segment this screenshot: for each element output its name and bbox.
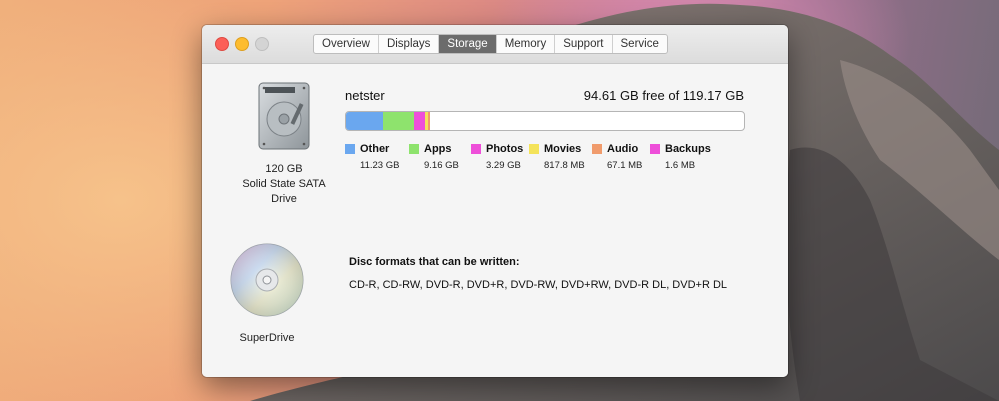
usage-segment-apps — [383, 112, 414, 130]
tab-overview[interactable]: Overview — [314, 35, 379, 53]
legend-size: 3.29 GB — [486, 160, 521, 171]
tab-support[interactable]: Support — [555, 35, 613, 53]
legend-item-audio: Audio 67.1 MB — [592, 142, 650, 171]
free-space-summary: 94.61 GB free of 119.17 GB — [583, 88, 744, 103]
volume-name: netster — [345, 88, 385, 103]
other-swatch — [345, 144, 355, 154]
legend-size: 817.8 MB — [544, 160, 585, 171]
apps-swatch — [409, 144, 419, 154]
tab-memory[interactable]: Memory — [497, 35, 556, 53]
superdrive-section: SuperDrive — [217, 242, 317, 346]
legend-size: 9.16 GB — [424, 160, 459, 171]
drive-capacity: 120 GB — [265, 163, 303, 175]
usage-segment-other — [346, 112, 383, 130]
legend-item-backups: Backups 1.6 MB — [650, 142, 720, 171]
tab-storage[interactable]: Storage — [439, 35, 497, 53]
disc-formats-title: Disc formats that can be written: — [349, 256, 520, 268]
legend-item-other: Other 11.23 GB — [345, 142, 409, 171]
hard-drive-icon — [258, 82, 310, 150]
legend-label: Audio — [607, 143, 639, 155]
system-information-window: Overview Displays Storage Memory Support… — [202, 25, 788, 377]
legend-label: Other — [360, 143, 390, 155]
legend-label: Backups — [665, 143, 711, 155]
tab-displays[interactable]: Displays — [379, 35, 440, 53]
storage-legend: Other 11.23 GB Apps 9.16 GB Photos 3.29 … — [345, 142, 720, 171]
legend-item-photos: Photos 3.29 GB — [471, 142, 529, 171]
legend-item-apps: Apps 9.16 GB — [409, 142, 471, 171]
legend-size: 11.23 GB — [360, 160, 400, 171]
tab-bar: Overview Displays Storage Memory Support… — [313, 34, 668, 54]
title-bar: Overview Displays Storage Memory Support… — [202, 25, 788, 64]
movies-swatch — [529, 144, 539, 154]
tab-service[interactable]: Service — [613, 35, 667, 53]
zoom-window-button[interactable] — [255, 37, 269, 51]
legend-item-movies: Movies 817.8 MB — [529, 142, 592, 171]
legend-label: Movies — [544, 143, 582, 155]
usage-segment-photos — [414, 112, 425, 130]
storage-usage-bar — [345, 111, 745, 131]
storage-pane: 120 GB Solid State SATA Drive netster 94… — [202, 64, 788, 377]
optical-disc-icon — [230, 243, 304, 317]
minimize-window-button[interactable] — [235, 37, 249, 51]
superdrive-label: SuperDrive — [239, 332, 295, 344]
backups-swatch — [650, 144, 660, 154]
photos-swatch — [471, 144, 481, 154]
legend-label: Photos — [486, 143, 524, 155]
audio-swatch — [592, 144, 602, 154]
close-window-button[interactable] — [215, 37, 229, 51]
drive-section: 120 GB Solid State SATA Drive — [234, 81, 334, 207]
disc-formats-list: CD-R, CD-RW, DVD-R, DVD+R, DVD-RW, DVD+R… — [349, 279, 728, 291]
legend-label: Apps — [424, 143, 452, 155]
usage-segment-audio — [428, 112, 430, 130]
drive-type-line2: Drive — [271, 193, 297, 205]
drive-type-line1: Solid State SATA — [242, 178, 326, 190]
legend-size: 67.1 MB — [607, 160, 643, 171]
legend-size: 1.6 MB — [665, 160, 696, 171]
